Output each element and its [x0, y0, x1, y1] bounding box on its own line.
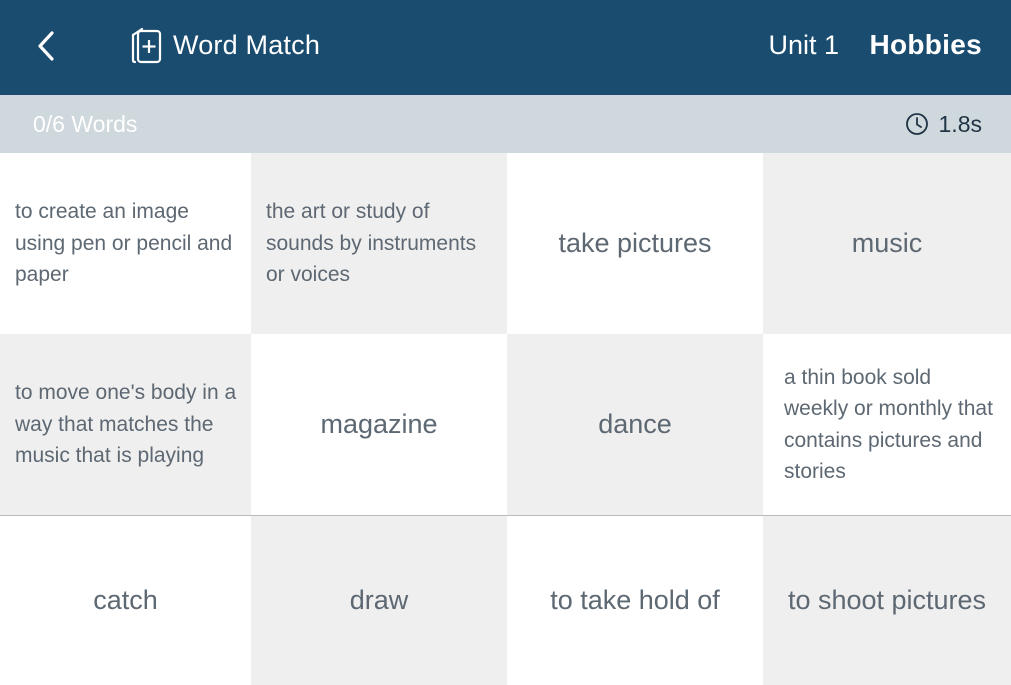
match-tile[interactable]: draw	[251, 516, 507, 685]
progress-counter: 0/6 Words	[33, 111, 138, 137]
match-tile[interactable]: to move one's body in a way that matches…	[0, 334, 251, 515]
back-button[interactable]	[26, 26, 66, 66]
timer: 1.8s	[905, 109, 982, 139]
unit-label: Unit 1	[768, 30, 839, 60]
match-tile[interactable]: the art or study of sounds by instrument…	[251, 153, 507, 334]
match-tile[interactable]: to shoot pictures	[763, 516, 1011, 685]
app-header: Word Match Unit 1 Hobbies	[0, 0, 1011, 95]
match-tile[interactable]: take pictures	[507, 153, 763, 334]
match-tile[interactable]: music	[763, 153, 1011, 334]
flashcard-add-icon	[131, 27, 162, 64]
clock-icon	[905, 113, 928, 135]
match-tile[interactable]: to create an image using pen or pencil a…	[0, 153, 251, 334]
match-tile[interactable]: a thin book sold weekly or monthly that …	[763, 334, 1011, 515]
match-tile[interactable]: dance	[507, 334, 763, 515]
match-tile[interactable]: to take hold of	[507, 516, 763, 685]
app-title: Word Match	[173, 30, 321, 60]
match-grid: to create an image using pen or pencil a…	[0, 153, 1011, 685]
match-tile[interactable]: catch	[0, 516, 251, 685]
status-bar: 0/6 Words 1.8s	[0, 95, 1011, 153]
elapsed-time: 1.8s	[938, 111, 982, 137]
topic-label: Hobbies	[869, 29, 982, 60]
chevron-left-icon	[38, 31, 54, 61]
match-tile[interactable]: magazine	[251, 334, 507, 515]
